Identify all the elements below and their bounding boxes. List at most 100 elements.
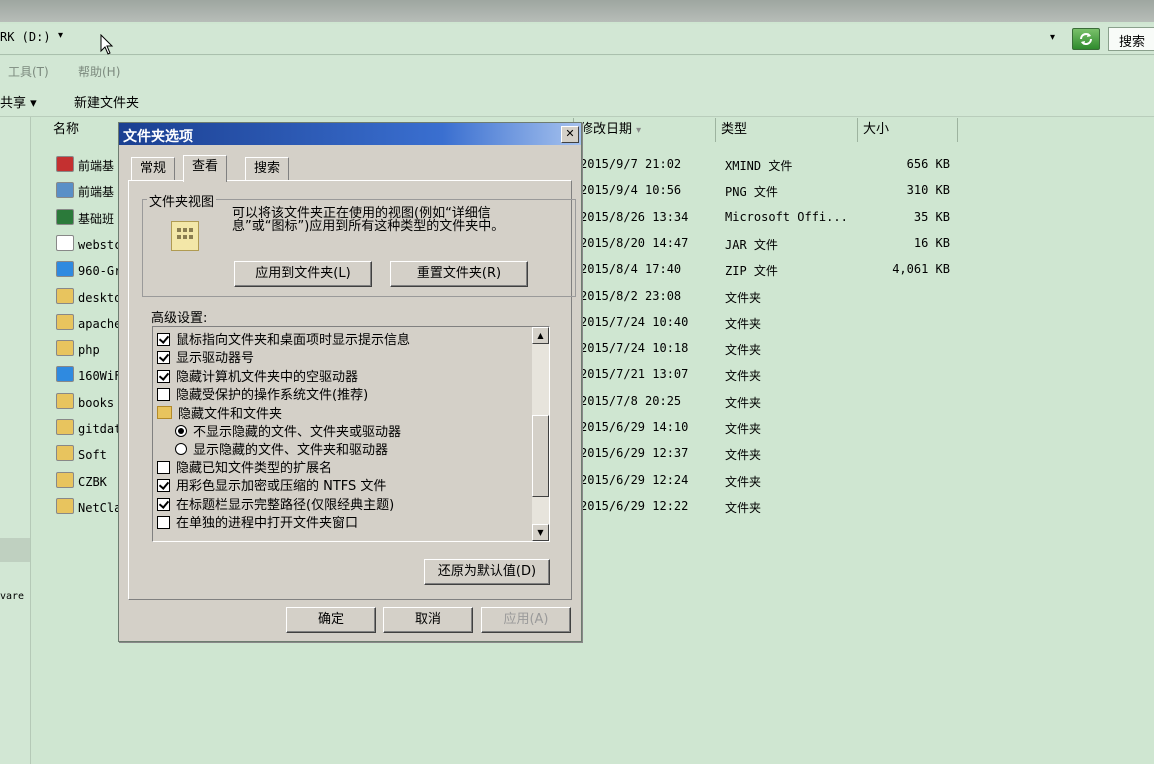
file-size: 310 KB (906, 183, 950, 198)
file-name-text: deskto (78, 290, 122, 305)
file-name-text: CZBK (78, 474, 107, 489)
file-type-icon (56, 182, 74, 199)
option-checkbox[interactable]: 鼠标指向文件夹和桌面项时显示提示信息 (157, 333, 410, 349)
advanced-settings-list[interactable]: 鼠标指向文件夹和桌面项时显示提示信息 显示驱动器号隐藏计算机文件夹中的空驱动器 隐藏… (152, 326, 550, 542)
column-type[interactable]: 类型 (717, 118, 858, 142)
file-name[interactable]: apache (56, 313, 122, 331)
scrollbar[interactable]: ▲ ▼ (532, 327, 549, 541)
radio-icon[interactable] (175, 424, 187, 437)
file-type-icon (56, 419, 74, 435)
file-date: 2015/7/24 10:40 (580, 314, 689, 329)
file-name[interactable]: books (56, 392, 114, 410)
address-dropdown-icon[interactable]: ▾ (1050, 32, 1055, 43)
column-size[interactable]: 大小 (859, 118, 958, 142)
share-button[interactable]: 共享 ▾ (0, 92, 37, 111)
file-type-icon (56, 234, 74, 251)
close-button[interactable]: ✕ (561, 126, 579, 143)
checkbox-icon[interactable] (157, 516, 170, 529)
option-radio[interactable]: 不显示隐藏的文件、文件夹或驱动器 (175, 424, 402, 441)
folder-icon (157, 406, 172, 420)
checkbox-icon[interactable] (157, 387, 170, 401)
file-name[interactable]: php (56, 340, 100, 357)
search-input[interactable]: 搜索 (1108, 27, 1154, 51)
mouse-cursor-icon (100, 34, 114, 55)
option-label: 用彩色显示加密或压缩的 NTFS 文件 (176, 479, 387, 495)
file-name-text: 基础班 (78, 211, 115, 226)
menu-tools[interactable]: 工具(T) (8, 63, 49, 80)
checkbox-icon[interactable] (157, 479, 170, 493)
file-type-icon (56, 208, 74, 225)
file-type: JAR 文件 (725, 237, 778, 252)
option-checkbox[interactable]: 在单独的进程中打开文件夹窗口 (157, 516, 358, 532)
restore-defaults-button[interactable]: 还原为默认值(D) (424, 559, 550, 585)
scrollbar-thumb[interactable] (532, 415, 549, 497)
file-type-icon (56, 366, 74, 383)
file-name[interactable]: NetCla (56, 497, 121, 515)
checkbox-icon[interactable] (157, 333, 170, 346)
tab-search[interactable]: 搜索 (245, 157, 290, 180)
option-label: 隐藏受保护的操作系统文件(推荐) (176, 387, 369, 403)
new-folder-button[interactable]: 新建文件夹 (74, 92, 139, 111)
option-checkbox[interactable]: 用彩色显示加密或压缩的 NTFS 文件 (157, 479, 386, 495)
option-checkbox[interactable]: 在标题栏显示完整路径(仅限经典主题) (157, 497, 394, 514)
path-dropdown-icon[interactable]: ▾ (58, 30, 63, 41)
scroll-up-icon[interactable]: ▲ (532, 327, 549, 344)
menu-help[interactable]: 帮助(H) (78, 63, 120, 80)
file-name[interactable]: deskto (56, 287, 122, 305)
reset-folders-button[interactable]: 重置文件夹(R) (390, 261, 528, 287)
file-type-icon (56, 287, 74, 304)
option-label: 不显示隐藏的文件、文件夹或驱动器 (193, 424, 402, 440)
option-checkbox[interactable]: 隐藏计算机文件夹中的空驱动器 (157, 369, 358, 386)
file-size: 16 KB (913, 235, 950, 250)
file-name[interactable]: 前端基 (56, 182, 114, 200)
option-checkbox[interactable]: 隐藏受保护的操作系统文件(推荐) (157, 387, 369, 404)
address-bar[interactable]: RK (D:) ▾ ▾ 搜索 (0, 24, 1154, 55)
checkbox-icon[interactable] (157, 461, 170, 475)
nav-selected-item[interactable] (0, 538, 30, 562)
folder-views-legend: 文件夹视图 (147, 191, 217, 210)
file-name[interactable]: Soft (56, 445, 107, 462)
file-name[interactable]: 160WiF (56, 366, 121, 383)
file-name[interactable]: webstc (56, 234, 121, 252)
file-name-text: apache (78, 316, 122, 331)
checkbox-icon[interactable] (157, 351, 170, 365)
cancel-button[interactable]: 取消 (383, 607, 473, 633)
file-name[interactable]: CZBK (56, 471, 107, 489)
file-date: 2015/7/24 10:18 (580, 341, 689, 356)
apply-button[interactable]: 应用(A) (481, 607, 571, 633)
file-type-icon (56, 497, 74, 514)
file-name[interactable]: gitdat (56, 419, 121, 436)
window-title-bar (0, 0, 1154, 22)
file-type-icon (56, 392, 74, 409)
tab-view[interactable]: 查看 (183, 155, 228, 182)
close-icon: ✕ (565, 127, 575, 140)
folder-view-icon (171, 221, 199, 251)
scroll-down-icon[interactable]: ▼ (532, 524, 549, 541)
refresh-button[interactable] (1072, 28, 1100, 50)
file-size: 35 KB (913, 209, 950, 224)
tab-general[interactable]: 常规 (131, 157, 176, 180)
file-name[interactable]: 960-Gr (56, 261, 121, 278)
address-path[interactable]: RK (D:) (0, 30, 51, 44)
file-date: 2015/7/8 20:25 (580, 393, 682, 408)
column-modified[interactable]: 修改日期 ▾ (576, 118, 716, 142)
file-name-text: Soft (78, 448, 107, 463)
file-type: PNG 文件 (725, 185, 778, 200)
option-checkbox[interactable]: 显示驱动器号 (157, 351, 254, 367)
file-name-text: php (78, 343, 100, 358)
dialog-title-bar[interactable]: 文件夹选项 ✕ (119, 123, 581, 145)
file-name[interactable]: 基础班 (56, 208, 115, 227)
checkbox-icon[interactable] (157, 497, 170, 511)
option-checkbox[interactable]: 隐藏已知文件类型的扩展名 (157, 461, 332, 477)
checkbox-icon[interactable] (157, 369, 170, 383)
apply-to-folders-button[interactable]: 应用到文件夹(L) (234, 261, 372, 287)
option-radio[interactable]: 显示隐藏的文件、文件夹和驱动器 (175, 442, 388, 459)
file-type: 文件夹 (725, 395, 762, 410)
radio-icon[interactable] (175, 442, 187, 455)
nav-item-label[interactable]: vare (0, 591, 24, 602)
search-placeholder: 搜索 (1119, 35, 1146, 50)
advanced-settings-label: 高级设置: (151, 311, 208, 326)
ok-button[interactable]: 确定 (286, 607, 376, 633)
file-type: XMIND 文件 (725, 159, 793, 173)
file-name[interactable]: 前端基 (56, 156, 114, 174)
